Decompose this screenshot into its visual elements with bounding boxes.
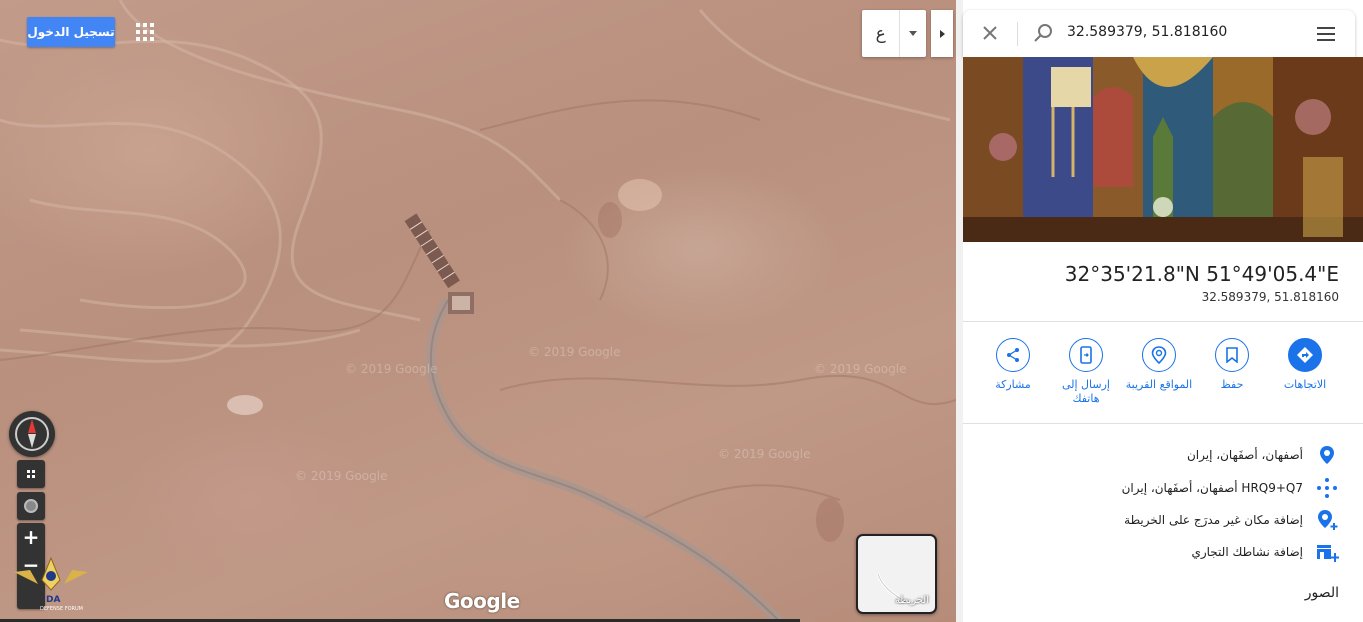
- panel-scrollbar[interactable]: [956, 0, 963, 622]
- directions-button[interactable]: الاتجاهات: [1265, 338, 1345, 392]
- coordinates-decimal: 32.589379, 51.818160: [1201, 290, 1339, 304]
- share-button[interactable]: مشاركة: [973, 338, 1053, 392]
- share-icon: [1007, 348, 1019, 362]
- address-text: أصفهان، أصفَهان، إيران: [1186, 448, 1303, 462]
- add-business-row[interactable]: إضافة نشاطك التجاري: [1191, 540, 1339, 564]
- forum-logo: DA DEFENSE FORUM: [14, 556, 88, 612]
- my-location-icon: [24, 499, 38, 513]
- grid-icon: [27, 470, 35, 478]
- search-icon[interactable]: [1033, 23, 1053, 43]
- divider: [963, 423, 1363, 424]
- plus-code-row[interactable]: HRQ9+Q7 أصفهان، أصفَهان، إيران: [1122, 476, 1339, 500]
- svg-text:DEFENSE FORUM: DEFENSE FORUM: [40, 606, 83, 612]
- language-dropdown-button[interactable]: [900, 10, 926, 57]
- map-watermark: © 2019 Google: [718, 447, 811, 461]
- compass-south-needle: [28, 434, 36, 448]
- add-business-text: إضافة نشاطك التجاري: [1191, 545, 1303, 559]
- add-business-icon: [1317, 545, 1339, 562]
- address-row[interactable]: أصفهان، أصفَهان، إيران: [1187, 443, 1339, 467]
- google-logo: Google: [444, 589, 520, 613]
- map-type-label: الخريطة: [894, 595, 929, 606]
- plus-code-icon: [1317, 478, 1337, 498]
- photos-section-title: الصور: [1304, 585, 1339, 601]
- map-watermark: © 2019 Google: [528, 345, 621, 359]
- terrain-texture: [0, 0, 956, 622]
- plus-code-text: HRQ9+Q7 أصفهان، أصفَهان، إيران: [1121, 481, 1303, 495]
- map-watermark: © 2019 Google: [345, 362, 438, 376]
- location-pin-icon: [1320, 446, 1334, 464]
- send-to-phone-icon: [1080, 346, 1092, 364]
- apps-grid-icon[interactable]: [136, 23, 154, 41]
- chevron-down-icon: [909, 31, 918, 36]
- search-divider: [1017, 22, 1018, 46]
- chevron-right-icon: [939, 29, 945, 38]
- language-label[interactable]: ع: [862, 10, 901, 57]
- search-input[interactable]: 32.589379, 51.818160: [1067, 24, 1227, 40]
- add-place-icon: [1318, 510, 1338, 530]
- directions-label: الاتجاهات: [1283, 378, 1327, 391]
- close-icon[interactable]: [981, 24, 999, 42]
- directions-icon: [1297, 347, 1313, 363]
- divider: [963, 321, 1363, 322]
- nearby-label: المواقع القريبة: [1125, 378, 1193, 391]
- map-watermark: © 2019 Google: [814, 362, 907, 376]
- satellite-map[interactable]: © 2019 Google © 2019 Google © 2019 Googl…: [0, 0, 956, 622]
- place-photo[interactable]: [963, 57, 1363, 242]
- share-label: مشاركة: [995, 378, 1031, 391]
- tilt-view-button[interactable]: [17, 460, 45, 488]
- map-watermark: © 2019 Google: [295, 469, 388, 483]
- bookmark-icon: [1226, 347, 1238, 363]
- compass-north-needle: [28, 419, 36, 433]
- signin-button[interactable]: تسجيل الدخول: [27, 17, 115, 47]
- nearby-icon: [1151, 346, 1167, 364]
- language-selector[interactable]: ع: [862, 10, 926, 57]
- send-to-phone-button[interactable]: إرسال إلى هاتفك: [1046, 338, 1126, 406]
- add-place-text: إضافة مكان غير مدرَج على الخريطة: [1124, 513, 1303, 527]
- compass-icon[interactable]: [9, 411, 55, 457]
- collapse-panel-button[interactable]: [931, 10, 953, 57]
- coordinates-dms: 32°35'21.8"N 51°49'05.4"E: [1064, 262, 1339, 286]
- add-place-row[interactable]: إضافة مكان غير مدرَج على الخريطة: [1124, 508, 1339, 532]
- nearby-button[interactable]: المواقع القريبة: [1119, 338, 1199, 392]
- church-interior-image: [963, 57, 1363, 242]
- save-label: حفظ: [1220, 378, 1244, 391]
- menu-icon[interactable]: [1317, 27, 1335, 45]
- send-to-phone-label: إرسال إلى هاتفك: [1061, 378, 1110, 405]
- save-button[interactable]: حفظ: [1192, 338, 1272, 392]
- zoom-in-button[interactable]: +: [17, 523, 45, 551]
- my-location-button[interactable]: [17, 492, 45, 520]
- search-box: 32.589379, 51.818160: [963, 10, 1355, 57]
- map-type-toggle[interactable]: الخريطة: [856, 534, 937, 614]
- svg-text:DA: DA: [46, 595, 60, 605]
